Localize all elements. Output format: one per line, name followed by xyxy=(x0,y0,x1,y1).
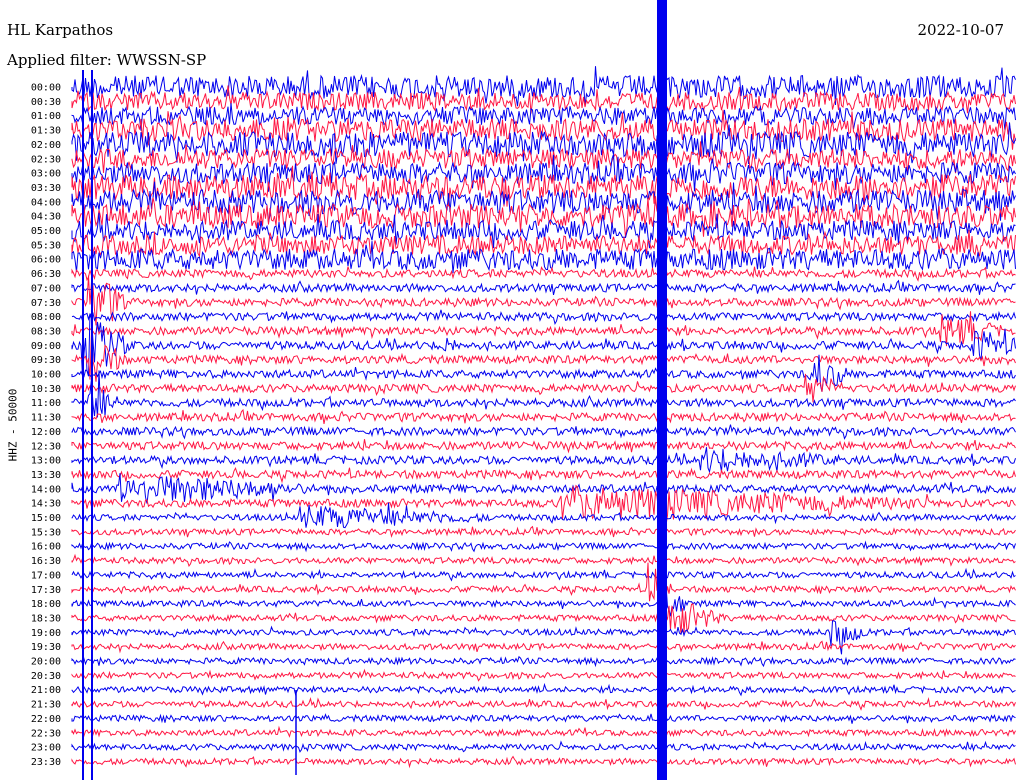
time-tick-label: 09:00 xyxy=(31,341,61,352)
time-tick-label: 05:00 xyxy=(31,226,61,237)
trace-row-1900 xyxy=(71,620,1016,655)
trace-row-0800 xyxy=(71,309,1016,326)
event-spike xyxy=(657,0,667,780)
trace-row-2100 xyxy=(71,682,1016,697)
trace-row-1200 xyxy=(71,424,1016,440)
time-tick-label: 20:00 xyxy=(31,657,61,668)
trace-row-0730 xyxy=(71,275,1016,326)
trace-row-1700 xyxy=(71,567,1016,582)
time-tick-label: 10:30 xyxy=(31,384,61,395)
trace-row-2000 xyxy=(71,655,1016,668)
time-tick-label: 12:00 xyxy=(31,427,61,438)
time-tick-label: 13:00 xyxy=(31,456,61,467)
time-tick-label: 20:30 xyxy=(31,671,61,682)
time-tick-label: 15:00 xyxy=(31,513,61,524)
time-tick-label: 01:00 xyxy=(31,111,61,122)
time-tick-label: 00:30 xyxy=(31,97,61,108)
time-tick-label: 22:00 xyxy=(31,714,61,725)
time-tick-label: 08:00 xyxy=(31,312,61,323)
time-tick-label: 14:30 xyxy=(31,499,61,510)
trace-row-1130 xyxy=(71,408,1016,424)
time-tick-label: 12:30 xyxy=(31,441,61,452)
time-tick-label: 07:00 xyxy=(31,283,61,294)
trace-row-2300 xyxy=(71,740,1016,753)
time-tick-label: 05:30 xyxy=(31,240,61,251)
time-tick-label: 17:30 xyxy=(31,585,61,596)
time-tick-label: 09:30 xyxy=(31,355,61,366)
date-label: 2022-10-07 xyxy=(917,21,1004,39)
time-tick-label: 23:00 xyxy=(31,743,61,754)
trace-row-1330 xyxy=(71,466,1016,484)
trace-row-0700 xyxy=(71,279,1016,296)
trace-row-1030 xyxy=(71,373,1016,403)
time-tick-label: 00:00 xyxy=(31,83,61,94)
trace-row-0830 xyxy=(71,311,1016,347)
time-tick-label: 02:00 xyxy=(31,140,61,151)
time-tick-label: 11:30 xyxy=(31,413,61,424)
time-tick-label: 01:30 xyxy=(31,126,61,137)
time-tick-label: 08:30 xyxy=(31,326,61,337)
time-tick-label: 21:30 xyxy=(31,700,61,711)
filter-label: Applied filter: WWSSN-SP xyxy=(7,51,207,69)
trace-row-0900 xyxy=(71,313,1016,377)
time-tick-label: 03:30 xyxy=(31,183,61,194)
event-spike xyxy=(91,70,93,780)
trace-row-1230 xyxy=(71,438,1016,454)
event-spike xyxy=(295,690,297,775)
trace-row-1630 xyxy=(71,553,1016,567)
time-tick-label: 21:00 xyxy=(31,685,61,696)
trace-row-1600 xyxy=(71,540,1016,553)
trace-row-1300 xyxy=(71,447,1016,474)
time-tick-label: 10:00 xyxy=(31,370,61,381)
time-tick-label: 04:30 xyxy=(31,212,61,223)
time-tick-label: 15:30 xyxy=(31,527,61,538)
time-tick-label: 22:30 xyxy=(31,728,61,739)
trace-row-2330 xyxy=(71,755,1016,769)
time-tick-label: 04:00 xyxy=(31,197,61,208)
trace-row-2130 xyxy=(71,696,1016,711)
trace-row-1530 xyxy=(71,525,1016,538)
trace-row-2230 xyxy=(71,725,1016,739)
time-tick-label: 16:30 xyxy=(31,556,61,567)
trace-row-1830 xyxy=(71,603,1016,635)
time-tick-label: 19:30 xyxy=(31,642,61,653)
time-tick-label: 06:00 xyxy=(31,255,61,266)
time-tick-label: 19:00 xyxy=(31,628,61,639)
trace-row-1930 xyxy=(71,640,1016,654)
trace-row-1730 xyxy=(71,562,1016,602)
trace-row-0930 xyxy=(71,329,1016,382)
time-tick-label: 11:00 xyxy=(31,398,61,409)
trace-row-2030 xyxy=(71,668,1016,682)
time-tick-label: 02:30 xyxy=(31,154,61,165)
time-tick-label: 03:00 xyxy=(31,169,61,180)
time-tick-label: 16:00 xyxy=(31,542,61,553)
time-tick-label: 17:00 xyxy=(31,570,61,581)
time-tick-label: 06:30 xyxy=(31,269,61,280)
time-tick-label: 23:30 xyxy=(31,757,61,768)
time-tick-label: 18:30 xyxy=(31,613,61,624)
event-spike xyxy=(82,70,84,780)
station-title: HL Karpathos xyxy=(7,21,114,39)
trace-row-2200 xyxy=(71,713,1016,724)
time-tick-label: 07:30 xyxy=(31,298,61,309)
helicorder-plot: 00:00 00:30 01:00 01:30 02:00 02:30 03:00 03:30… xyxy=(31,0,1016,780)
time-tick-label: 14:00 xyxy=(31,484,61,495)
time-tick-label: 18:00 xyxy=(31,599,61,610)
time-tick-label: 13:30 xyxy=(31,470,61,481)
